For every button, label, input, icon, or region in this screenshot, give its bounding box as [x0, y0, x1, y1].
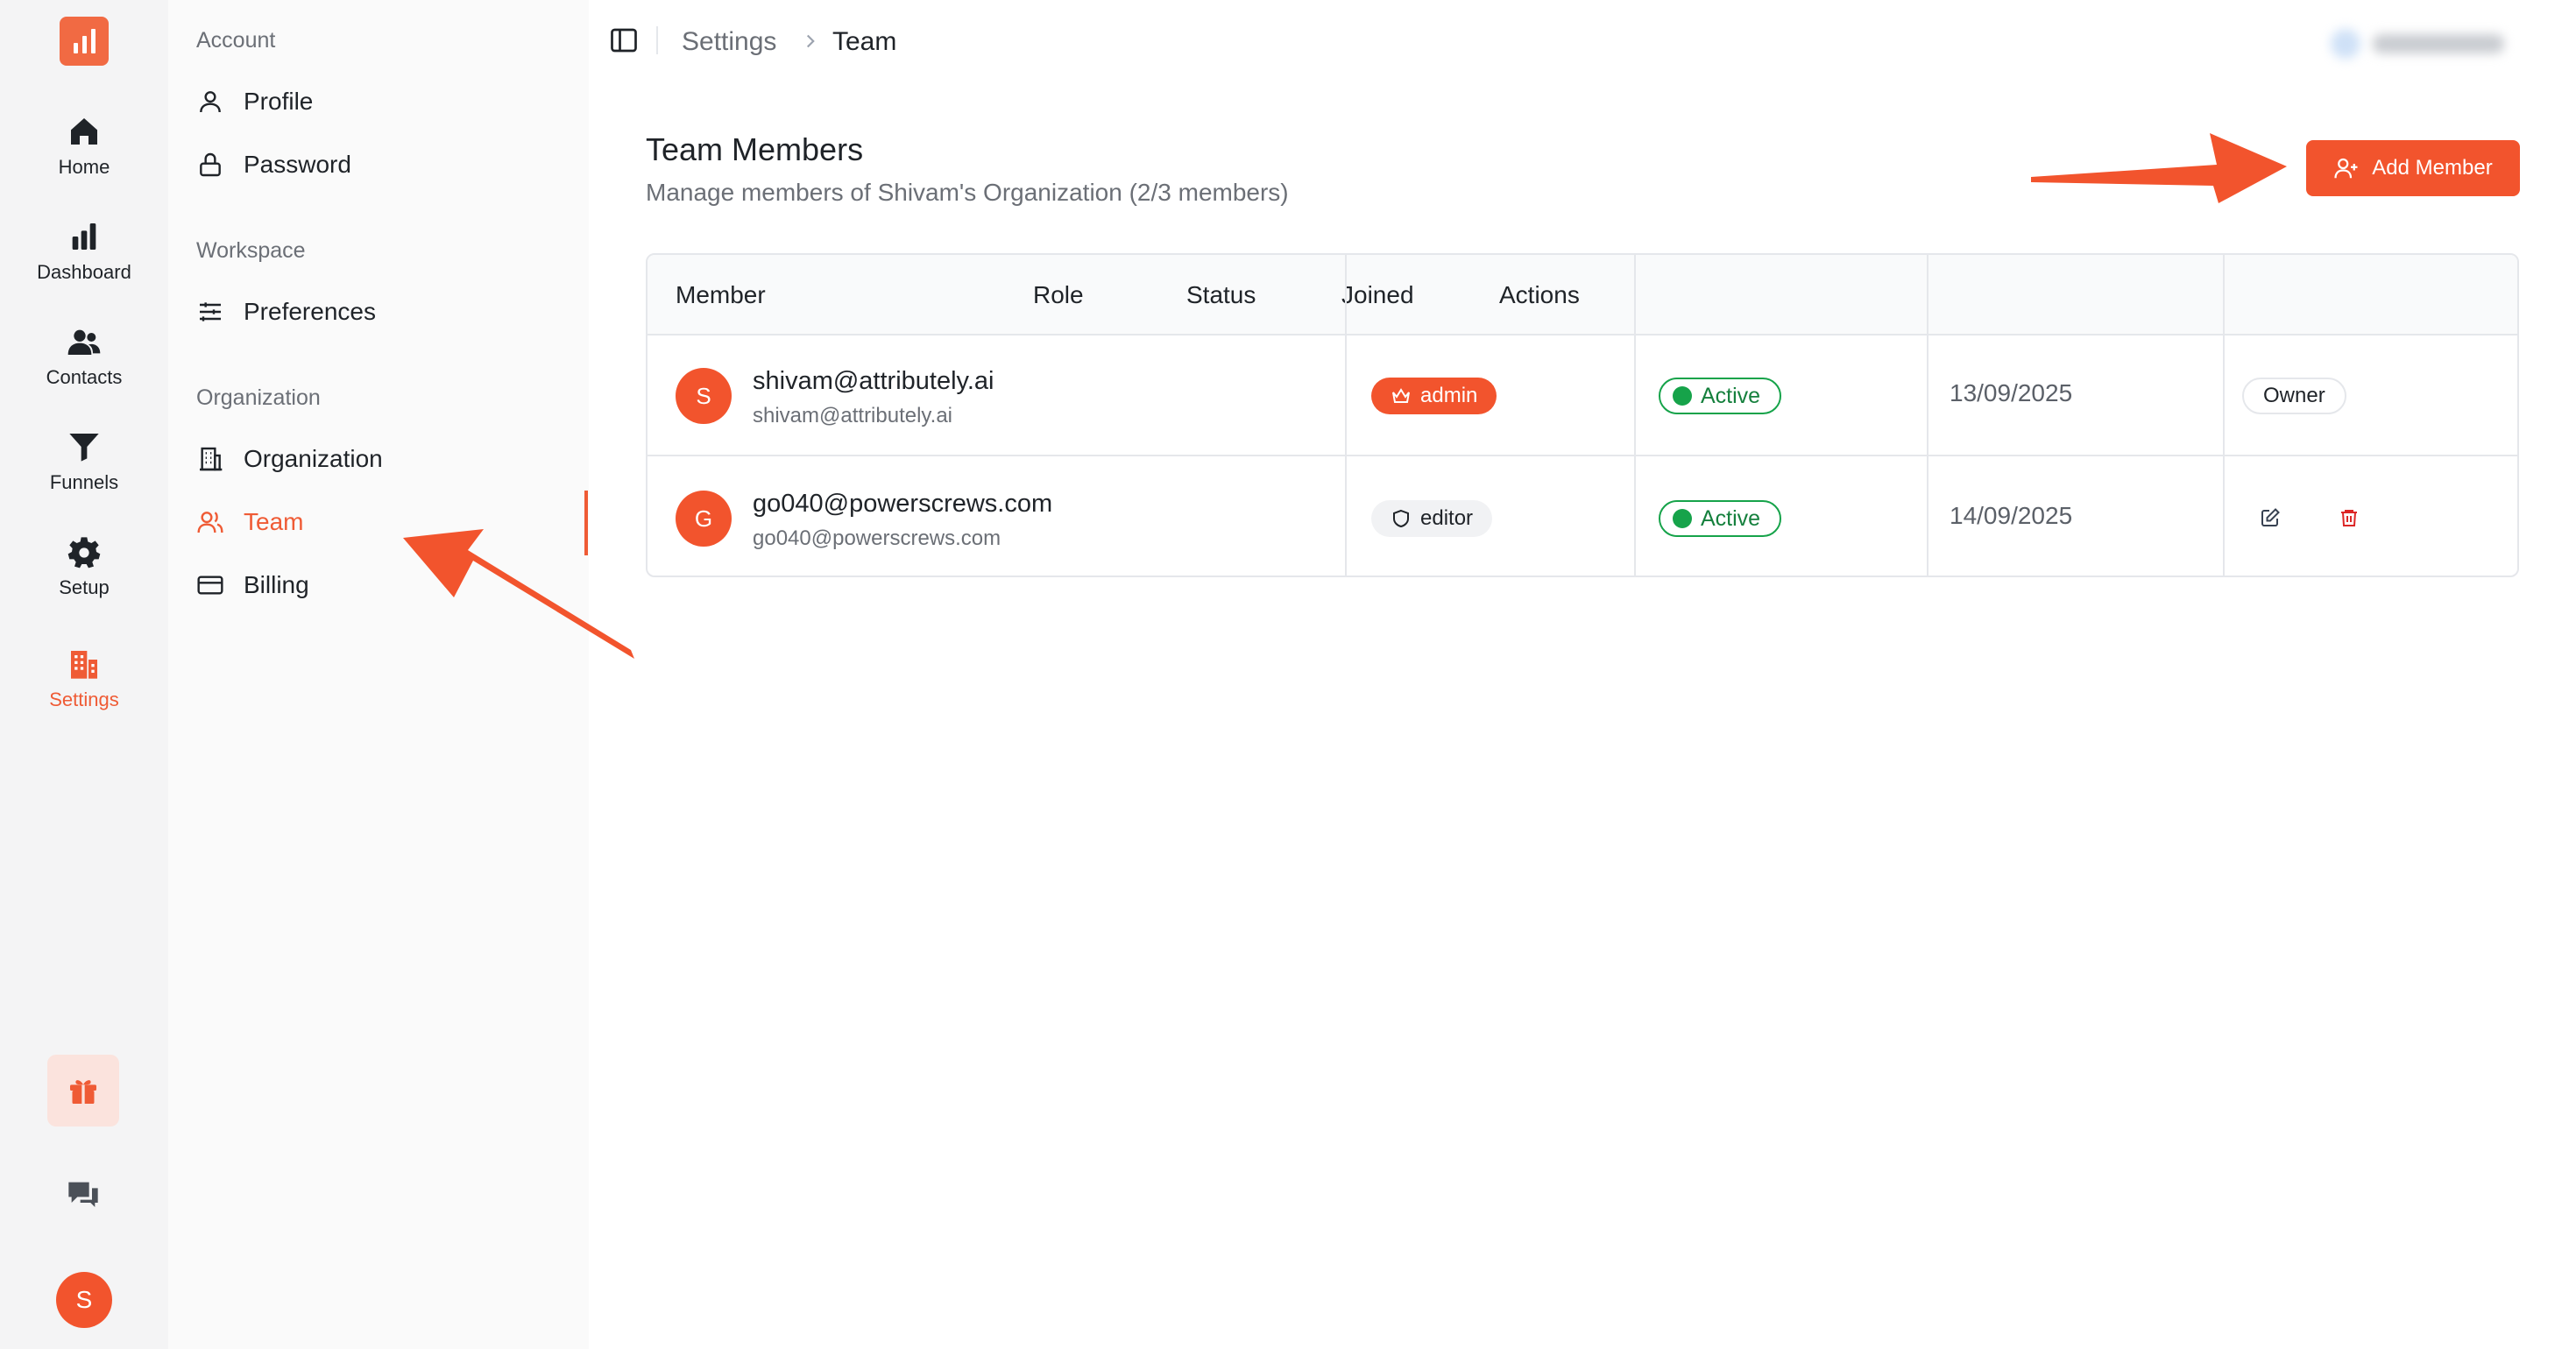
crown-icon: [1392, 388, 1410, 403]
sliders-icon: [200, 302, 221, 321]
rail-item-home[interactable]: Home: [0, 114, 168, 198]
section-label-account: Account: [196, 28, 276, 53]
breadcrumb-settings[interactable]: Settings: [682, 26, 776, 58]
user-avatar[interactable]: S: [56, 1272, 112, 1328]
rail-label: Setup: [59, 576, 110, 598]
section-label-organization: Organization: [196, 385, 321, 410]
member-avatar: G: [676, 491, 732, 547]
building-icon: [71, 651, 97, 679]
gift-button[interactable]: [47, 1055, 119, 1127]
app-rail: Home Dashboard Contacts Funnels Setup Se…: [0, 0, 168, 1349]
user-icon: [200, 91, 221, 113]
sidebar-item-label: Team: [244, 508, 304, 535]
edit-button[interactable]: [2254, 502, 2286, 533]
active-indicator: [584, 491, 588, 555]
rail-label: Funnels: [49, 471, 119, 493]
column-header-role: Role: [1033, 281, 1084, 308]
rail-label: Contacts: [46, 366, 123, 388]
table-row: G go040@powerscrews.com go040@powerscrew…: [648, 458, 2517, 576]
credit-card-icon: [197, 576, 223, 595]
arrow-to-add-member: [2031, 133, 2287, 203]
trash-icon: [2341, 510, 2357, 526]
member-avatar: S: [676, 368, 732, 424]
section-label-workspace: Workspace: [196, 238, 306, 263]
sidebar-item-password[interactable]: Password: [196, 140, 564, 189]
chat-icon: [68, 1182, 98, 1207]
role-label: editor: [1420, 506, 1474, 530]
edit-icon: [2261, 508, 2280, 526]
user-name-blurred: [2373, 34, 2504, 53]
table-header: Member Role Status Joined Actions: [648, 255, 2517, 335]
sidebar-item-label: Billing: [244, 571, 309, 598]
joined-date: 14/09/2025: [1950, 502, 2073, 529]
gear-icon: [67, 537, 101, 569]
chat-button[interactable]: [63, 1174, 103, 1214]
member-name: shivam@attributely.ai: [753, 367, 994, 395]
app-logo-icon[interactable]: [60, 17, 109, 66]
column-header-member: Member: [676, 281, 766, 308]
status-dot: [1673, 386, 1692, 406]
joined-date: 13/09/2025: [1950, 379, 2073, 406]
column-header-actions: Actions: [1499, 281, 1580, 308]
sidebar-toggle-icon[interactable]: [608, 25, 640, 56]
status-label: Active: [1701, 505, 1761, 531]
building-icon: [200, 447, 223, 471]
rail-item-settings[interactable]: Settings: [0, 646, 168, 731]
sidebar-item-label: Profile: [244, 88, 314, 115]
sidebar-item-team[interactable]: Team: [196, 498, 564, 547]
rail-item-setup[interactable]: Setup: [0, 534, 168, 618]
shield-icon: [1393, 509, 1409, 528]
owner-badge: Owner: [2242, 378, 2346, 414]
member-email: shivam@attributely.ai: [753, 404, 952, 427]
sidebar-item-billing[interactable]: Billing: [196, 561, 564, 610]
divider: [656, 26, 658, 54]
home-icon: [71, 118, 97, 145]
role-badge-admin: admin: [1371, 378, 1497, 414]
sidebar-item-organization[interactable]: Organization: [196, 434, 564, 484]
member-email: go040@powerscrews.com: [753, 526, 1001, 550]
role-label: admin: [1420, 384, 1478, 407]
lock-icon: [200, 152, 221, 177]
sidebar-item-label: Password: [244, 151, 351, 178]
rail-item-funnels[interactable]: Funnels: [0, 429, 168, 513]
table-row: S shivam@attributely.ai shivam@attribute…: [648, 335, 2517, 456]
sidebar-item-preferences[interactable]: Preferences: [196, 287, 564, 336]
funnel-icon: [69, 434, 99, 462]
sidebar-item-label: Preferences: [244, 298, 376, 325]
column-header-joined: Joined: [1341, 281, 1414, 308]
role-badge-editor: editor: [1371, 500, 1493, 537]
page-subtitle: Manage members of Shivam's Organization …: [646, 179, 1289, 206]
chevron-right-icon: [806, 34, 815, 48]
sidebar-item-label: Organization: [244, 445, 383, 472]
rail-item-contacts[interactable]: Contacts: [0, 324, 168, 408]
page-title: Team Members: [646, 131, 864, 167]
avatar: [2331, 29, 2360, 59]
member-name: go040@powerscrews.com: [753, 490, 1053, 518]
team-members-table: Member Role Status Joined Actions S shiv…: [646, 253, 2519, 577]
status-badge: Active: [1659, 378, 1782, 414]
bar-chart-icon: [72, 223, 96, 250]
add-member-button[interactable]: Add Member: [2306, 140, 2520, 196]
user-menu[interactable]: [2331, 26, 2541, 61]
add-member-label: Add Member: [2372, 156, 2493, 180]
rail-label: Home: [58, 156, 110, 178]
status-label: Active: [1701, 383, 1761, 408]
column-header-status: Status: [1186, 281, 1256, 308]
breadcrumb-current: Team: [832, 27, 897, 56]
rail-label: Dashboard: [37, 261, 131, 283]
settings-sidebar: Account Profile Password Workspace Prefe…: [168, 0, 589, 1349]
rail-label: Settings: [49, 689, 119, 710]
users-icon: [67, 329, 101, 355]
status-dot: [1673, 509, 1692, 528]
sidebar-item-profile[interactable]: Profile: [196, 77, 564, 126]
rail-item-dashboard[interactable]: Dashboard: [0, 219, 168, 303]
gift-icon: [70, 1080, 96, 1104]
users-icon: [197, 512, 223, 533]
status-badge: Active: [1659, 500, 1782, 537]
user-plus-icon: [2334, 158, 2358, 179]
delete-button[interactable]: [2333, 502, 2365, 533]
